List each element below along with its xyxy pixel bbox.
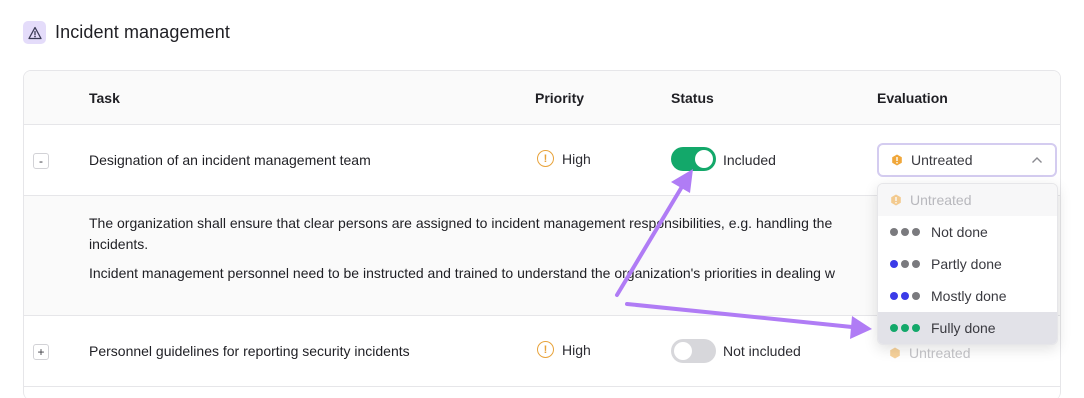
header-evaluation: Evaluation <box>877 90 948 106</box>
collapse-button[interactable]: - <box>33 153 49 169</box>
status-label: Not included <box>723 343 801 359</box>
priority-alert-icon: ! <box>537 150 554 167</box>
toggle-knob <box>674 342 692 360</box>
priority-alert-icon: ! <box>537 341 554 358</box>
option-label: Not done <box>931 224 988 240</box>
priority-label: High <box>562 341 591 358</box>
header-task: Task <box>89 90 120 106</box>
option-not-done[interactable]: Not done <box>878 216 1057 248</box>
priority-label: High <box>562 150 591 167</box>
option-label: Fully done <box>931 320 996 336</box>
option-mostly-done[interactable]: Mostly done <box>878 280 1057 312</box>
status-label: Included <box>723 152 776 168</box>
option-fully-done[interactable]: Fully done <box>878 312 1057 344</box>
evaluation-value: Untreated <box>909 345 971 361</box>
evaluation-value: Untreated <box>911 152 973 168</box>
chevron-up-icon <box>1032 157 1042 163</box>
progress-dots-icon <box>890 260 923 268</box>
status-toggle[interactable] <box>671 147 716 171</box>
evaluation-select[interactable]: Untreated <box>877 143 1057 177</box>
option-label: Untreated <box>910 192 972 208</box>
evaluation-dropdown: Untreated Not done Partly done Mostly do… <box>877 183 1058 345</box>
section-header: Incident management <box>23 21 230 44</box>
priority-cell: ! High <box>537 150 591 167</box>
priority-cell: ! High <box>537 341 591 358</box>
table-header: Task Priority Status Evaluation <box>24 71 1060 125</box>
untreated-hex-icon <box>892 154 902 166</box>
option-untreated[interactable]: Untreated <box>878 184 1057 216</box>
header-status: Status <box>671 90 714 106</box>
warning-triangle-icon <box>23 21 46 44</box>
task-name: Personnel guidelines for reporting secur… <box>89 343 410 359</box>
untreated-hex-icon <box>890 347 900 359</box>
option-partly-done[interactable]: Partly done <box>878 248 1057 280</box>
toggle-knob <box>695 150 713 168</box>
untreated-hex-icon <box>891 194 901 206</box>
progress-dots-icon <box>890 292 923 300</box>
option-label: Partly done <box>931 256 1002 272</box>
progress-dots-icon <box>890 324 923 332</box>
header-priority: Priority <box>535 90 585 106</box>
progress-dots-icon <box>890 228 923 236</box>
task-name: Designation of an incident management te… <box>89 152 371 168</box>
status-toggle[interactable] <box>671 339 716 363</box>
option-label: Mostly done <box>931 288 1007 304</box>
section-title: Incident management <box>55 22 231 42</box>
expand-button[interactable]: + <box>33 344 49 360</box>
